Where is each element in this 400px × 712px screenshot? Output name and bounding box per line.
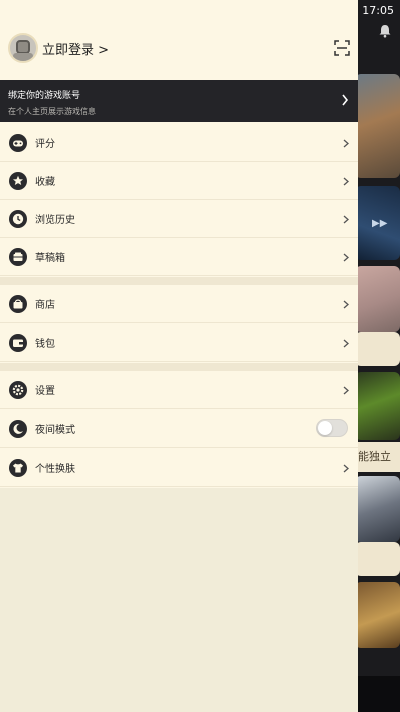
- menu-item-night-mode: 夜间模式: [0, 410, 358, 448]
- menu-item-label: 商店: [35, 300, 55, 311]
- shirt-icon: [9, 459, 27, 477]
- menu-item-shop[interactable]: 商店: [0, 285, 358, 323]
- menu-item-label: 设置: [35, 386, 55, 397]
- gamepad-icon: [9, 134, 27, 152]
- menu-item-history[interactable]: 浏览历史: [0, 200, 358, 238]
- background-card-image: [355, 266, 400, 332]
- bell-icon[interactable]: [378, 24, 392, 38]
- menu-item-settings[interactable]: 设置: [0, 371, 358, 409]
- menu-item-label: 夜间模式: [35, 425, 75, 436]
- background-card-image: [355, 476, 400, 542]
- background-card-caption: 能独立: [358, 442, 400, 472]
- bind-banner-subtitle: 在个人主页展示游戏信息: [8, 107, 96, 116]
- chevron-right-icon: [342, 94, 349, 106]
- status-time: 17:05: [362, 3, 394, 17]
- menu-item-label: 评分: [35, 139, 55, 150]
- section-divider: [0, 363, 358, 371]
- menu-item-label: 钱包: [35, 339, 55, 350]
- menu-item-skin[interactable]: 个性换肤: [0, 449, 358, 487]
- chevron-right-icon: [343, 300, 349, 309]
- side-drawer: 立即登录 > 绑定你的游戏账号 在个人主页展示游戏信息 评分 收藏 浏览历史 草…: [0, 0, 358, 712]
- drawer-header: 立即登录 >: [0, 0, 358, 80]
- fast-forward-icon: ▶▶: [372, 218, 388, 229]
- chevron-right-icon: [343, 177, 349, 186]
- scan-icon[interactable]: [334, 40, 350, 56]
- menu-item-wallet[interactable]: 钱包: [0, 324, 358, 362]
- menu-item-label: 浏览历史: [35, 215, 75, 226]
- background-bottom-bar: [355, 676, 400, 712]
- background-card-footer: [355, 542, 400, 576]
- menu-item-drafts[interactable]: 草稿箱: [0, 238, 358, 276]
- wallet-icon: [9, 334, 27, 352]
- chevron-right-icon: [343, 215, 349, 224]
- chevron-right-icon: [343, 139, 349, 148]
- menu-item-label: 草稿箱: [35, 253, 65, 264]
- chevron-right-icon: [343, 339, 349, 348]
- chevron-right-icon: [343, 464, 349, 473]
- avatar[interactable]: [8, 33, 38, 63]
- toggle-knob: [318, 421, 332, 435]
- background-card-image: [355, 74, 400, 178]
- gear-icon: [9, 381, 27, 399]
- chevron-right-icon: [343, 386, 349, 395]
- menu-item-favorites[interactable]: 收藏: [0, 162, 358, 200]
- menu-item-label: 收藏: [35, 177, 55, 188]
- bind-banner-title: 绑定你的游戏账号: [8, 91, 81, 101]
- login-link[interactable]: 立即登录 >: [42, 39, 109, 58]
- clock-icon: [9, 210, 27, 228]
- draft-icon: [9, 248, 27, 266]
- moon-icon: [9, 420, 27, 438]
- background-card-image: [355, 372, 400, 440]
- star-icon: [9, 172, 27, 190]
- menu-item-rating[interactable]: 评分: [0, 124, 358, 162]
- background-card-footer: [355, 332, 400, 366]
- night-mode-toggle[interactable]: [316, 419, 348, 437]
- background-card-image: [355, 582, 400, 648]
- section-divider: [0, 277, 358, 285]
- shop-icon: [9, 295, 27, 313]
- menu-item-label: 个性换肤: [35, 464, 75, 475]
- chevron-right-icon: [343, 253, 349, 262]
